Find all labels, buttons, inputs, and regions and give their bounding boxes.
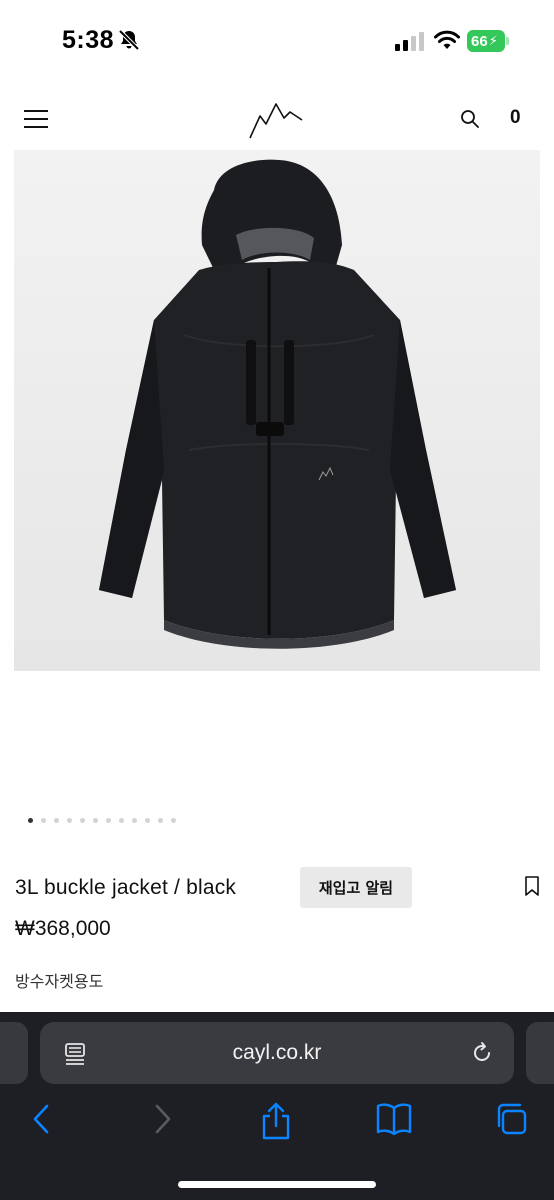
wifi-icon — [434, 30, 460, 49]
product-description: 방수자켓용도 — [15, 972, 104, 991]
previous-tab-preview[interactable] — [0, 1022, 28, 1084]
carousel-dot[interactable] — [54, 818, 59, 823]
jacket-illustration — [14, 150, 540, 671]
site-header: 0 — [0, 80, 554, 155]
status-time: 5:38 — [62, 26, 115, 54]
reload-icon[interactable] — [470, 1041, 494, 1065]
cart-count[interactable]: 0 — [510, 107, 521, 129]
tabs-icon[interactable] — [494, 1102, 528, 1136]
browser-chrome: cayl.co.kr — [0, 1012, 554, 1200]
carousel-dot[interactable] — [119, 818, 124, 823]
address-bar[interactable]: cayl.co.kr — [40, 1022, 514, 1084]
back-icon[interactable] — [30, 1102, 54, 1136]
mountain-logo-icon[interactable] — [246, 100, 306, 140]
carousel-dot[interactable] — [106, 818, 111, 823]
charging-bolt-icon: ⚡ — [488, 33, 498, 48]
carousel-dot[interactable] — [41, 818, 46, 823]
bookmarks-icon[interactable] — [376, 1102, 412, 1136]
battery-cap — [506, 37, 509, 45]
carousel-dot[interactable] — [158, 818, 163, 823]
carousel-dot[interactable] — [132, 818, 137, 823]
url-text: cayl.co.kr — [232, 1041, 322, 1064]
bookmark-icon[interactable] — [524, 876, 540, 896]
forward-icon[interactable] — [150, 1102, 174, 1136]
home-indicator — [178, 1181, 376, 1188]
next-tab-preview[interactable] — [526, 1022, 554, 1084]
restock-alert-button[interactable]: 재입고 알림 — [300, 867, 412, 908]
carousel-dot[interactable] — [93, 818, 98, 823]
product-title: 3L buckle jacket / black — [15, 876, 237, 899]
browser-toolbar — [0, 1102, 554, 1152]
carousel-dot[interactable] — [145, 818, 150, 823]
carousel-dot[interactable] — [67, 818, 72, 823]
battery-level: 66 — [471, 32, 488, 50]
product-image[interactable] — [14, 150, 540, 671]
hamburger-icon[interactable] — [24, 110, 48, 128]
carousel-dots — [28, 818, 176, 823]
share-icon[interactable] — [260, 1102, 292, 1140]
product-price: ₩368,000 — [15, 917, 111, 940]
carousel-dot[interactable] — [80, 818, 85, 823]
status-bar: 5:38 66 ⚡ — [0, 0, 554, 80]
battery-icon: 66 ⚡ — [467, 30, 505, 52]
carousel-dot[interactable] — [28, 818, 33, 823]
screen: 5:38 66 ⚡ 0 3L buckle jacket / black 재입고… — [0, 0, 554, 1200]
bell-slash-icon — [118, 29, 140, 51]
search-icon[interactable] — [460, 109, 480, 129]
cellular-signal-icon — [395, 32, 424, 51]
carousel-dot[interactable] — [171, 818, 176, 823]
